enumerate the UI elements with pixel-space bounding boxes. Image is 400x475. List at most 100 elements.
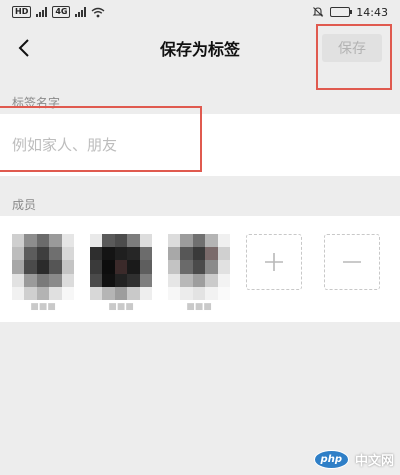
avatar-pixel (127, 273, 140, 287)
avatar-pixel (180, 234, 193, 248)
avatar-pixel (127, 286, 140, 300)
avatar-pixel (180, 260, 193, 274)
avatar-pixel (139, 247, 152, 261)
member-name: ■■■ (186, 302, 212, 312)
avatar-pixel (192, 273, 206, 287)
avatar-pixel (114, 273, 128, 287)
site-watermark: php 中文网 (313, 450, 394, 469)
avatar-pixel (180, 286, 193, 300)
avatar-pixel (192, 286, 206, 300)
avatar-pixel (12, 273, 25, 287)
avatar-pixel (24, 273, 37, 287)
avatar-pixel (217, 247, 230, 261)
avatar-pixel (168, 247, 181, 261)
avatar-pixel (90, 234, 103, 248)
avatar-pixel (61, 247, 74, 261)
avatar-pixel (61, 273, 74, 287)
avatar-pixel (49, 234, 62, 248)
members-label: 成员 (12, 198, 37, 212)
avatar-pixel (90, 260, 103, 274)
avatar-pixel (114, 286, 128, 300)
avatar-pixel (114, 234, 128, 248)
avatar-pixel (168, 286, 181, 300)
mute-bell-icon (312, 7, 324, 17)
avatar-pixel (24, 286, 37, 300)
avatar-pixel (127, 234, 140, 248)
save-highlight-frame (316, 24, 392, 90)
4g-badge: 4G (52, 6, 71, 18)
avatar-pixel (168, 234, 181, 248)
avatar-pixel (90, 247, 103, 261)
avatar-pixel (49, 286, 62, 300)
avatar-pixel (102, 247, 115, 261)
status-time: 14:43 (356, 5, 388, 19)
avatar[interactable] (90, 234, 152, 300)
input-highlight-frame (0, 106, 202, 172)
avatar-pixel (217, 260, 230, 274)
avatar-pixel (61, 260, 74, 274)
wifi-icon (92, 7, 105, 17)
member-name: ■■■ (30, 302, 56, 312)
avatar-pixel (102, 273, 115, 287)
avatar-pixel (127, 260, 140, 274)
avatar-pixel (12, 286, 25, 300)
avatar[interactable] (168, 234, 230, 300)
avatar-pixel (139, 234, 152, 248)
avatar-pixel (168, 273, 181, 287)
avatar-pixel (36, 234, 50, 248)
avatar-pixel (180, 273, 193, 287)
avatar-pixel (102, 260, 115, 274)
avatar-pixel (192, 247, 206, 261)
avatar-pixel (139, 286, 152, 300)
avatar-pixel (192, 234, 206, 248)
avatar-pixel (192, 260, 206, 274)
avatar-pixel (102, 286, 115, 300)
avatar-pixel (217, 286, 230, 300)
avatar-pixel (217, 234, 230, 248)
avatar-pixel (114, 247, 128, 261)
avatar-pixel (49, 273, 62, 287)
avatar-pixel (168, 260, 181, 274)
avatar-pixel (102, 234, 115, 248)
members-box: ■■■ ■■■ ■■■ (0, 216, 400, 322)
add-member-button[interactable] (246, 234, 302, 290)
battery-icon (330, 7, 353, 17)
avatar-pixel (127, 247, 140, 261)
avatar-pixel (139, 260, 152, 274)
avatar-pixel (36, 286, 50, 300)
avatar-pixel (61, 286, 74, 300)
minus-icon (343, 261, 361, 263)
avatar-pixel (61, 234, 74, 248)
avatar-pixel (24, 234, 37, 248)
avatar-pixel (36, 247, 50, 261)
avatar-pixel (205, 260, 218, 274)
status-bar: HD 4G 14:43 (0, 0, 400, 24)
chevron-left-icon[interactable] (12, 36, 36, 60)
signal-icon-2 (75, 7, 87, 17)
status-left: HD 4G (12, 6, 105, 18)
avatar-pixel (36, 260, 50, 274)
avatar-pixel (90, 273, 103, 287)
avatar-pixel (205, 234, 218, 248)
avatar[interactable] (12, 234, 74, 300)
avatar-pixel (205, 273, 218, 287)
avatar-pixel (205, 286, 218, 300)
avatar-pixel (12, 247, 25, 261)
php-logo: php (313, 450, 349, 469)
avatar-pixel (49, 247, 62, 261)
plus-icon (265, 253, 283, 271)
avatar-pixel (49, 260, 62, 274)
watermark-text: 中文网 (354, 454, 394, 469)
avatar-pixel (12, 260, 25, 274)
member-name: ■■■ (108, 302, 134, 312)
avatar-pixel (180, 247, 193, 261)
avatar-pixel (114, 260, 128, 274)
remove-member-button[interactable] (324, 234, 380, 290)
signal-icon (36, 7, 48, 17)
avatar-pixel (24, 247, 37, 261)
avatar-pixel (217, 273, 230, 287)
avatar-pixel (12, 234, 25, 248)
avatar-pixel (205, 247, 218, 261)
avatar-pixel (24, 260, 37, 274)
page-title: 保存为标签 (159, 40, 240, 59)
